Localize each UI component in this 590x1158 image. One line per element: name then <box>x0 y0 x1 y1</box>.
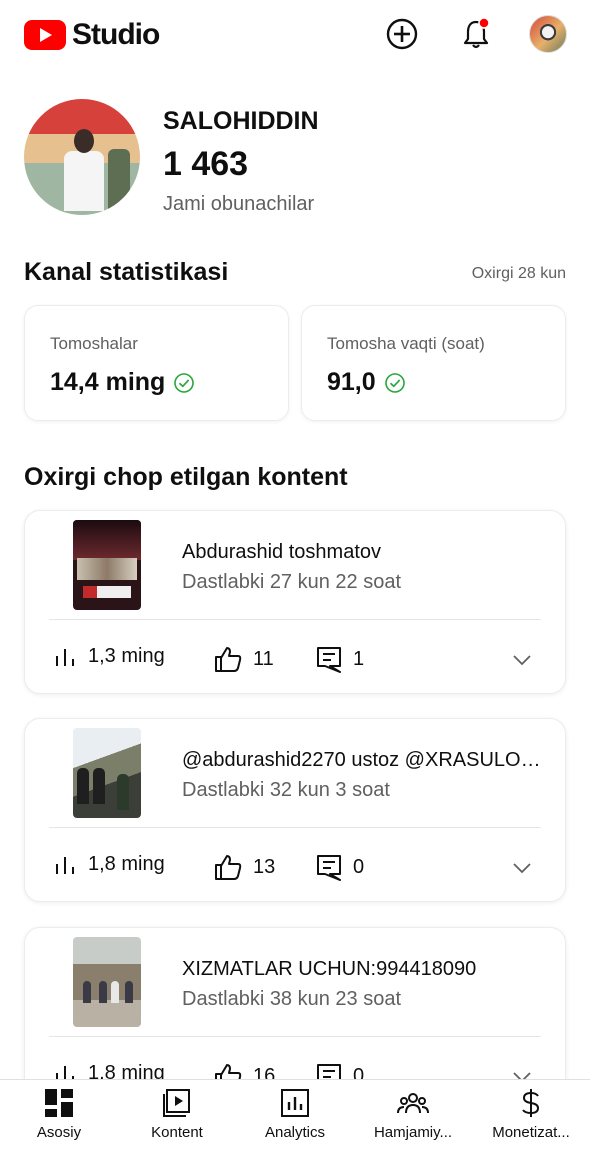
stat-card-watch-time[interactable]: Tomosha vaqti (soat) 91,0 <box>301 305 566 421</box>
video-age: Dastlabki 38 kun 23 soat <box>182 988 402 1010</box>
recent-content-title: Oxirgi chop etilgan kontent <box>24 463 348 491</box>
channel-avatar <box>24 99 140 215</box>
nav-label: Analytics <box>264 1124 326 1141</box>
likes-count: 13 <box>253 855 276 878</box>
likes-count: 11 <box>253 647 274 670</box>
create-icon[interactable] <box>384 16 420 52</box>
stats-period[interactable]: Oxirgi 28 kun <box>472 265 566 283</box>
nav-label: Kontent <box>151 1124 203 1141</box>
views-metric: 1,8 ming <box>54 853 165 876</box>
nav-label: Hamjamiy... <box>373 1124 453 1141</box>
video-title[interactable]: @abdurashid2270 ustoz @XRASULOV... <box>182 749 544 772</box>
comments-metric: 1 <box>315 645 364 673</box>
stat-value-text: 91,0 <box>327 368 376 396</box>
nav-item-analytics[interactable]: Analytics <box>236 1088 354 1141</box>
dollar-icon <box>522 1089 540 1117</box>
channel-name: SALOHIDDIN <box>163 107 319 135</box>
divider <box>49 619 541 620</box>
divider <box>49 827 541 828</box>
video-thumbnail[interactable] <box>73 728 141 818</box>
notification-dot <box>478 17 490 29</box>
divider <box>49 1036 541 1037</box>
stats-title: Kanal statistikasi <box>24 258 229 286</box>
video-title[interactable]: XIZMATLAR UCHUN:994418090 <box>182 958 544 981</box>
app-header: Studio <box>0 0 590 70</box>
nav-item-content[interactable]: Kontent <box>118 1088 236 1141</box>
stat-card-views[interactable]: Tomoshalar 14,4 ming <box>24 305 289 421</box>
content-card[interactable]: @abdurashid2270 ustoz @XRASULOV... Dastl… <box>24 718 566 902</box>
check-circle-icon <box>174 372 195 393</box>
nav-item-monetization[interactable]: Monetizat... <box>472 1088 590 1141</box>
comments-metric: 0 <box>315 853 364 881</box>
comment-icon <box>317 855 341 881</box>
bottom-nav: Asosiy Kontent Analytics Hamjamiy... Mon… <box>0 1079 590 1158</box>
nav-item-dashboard[interactable]: Asosiy <box>0 1088 118 1141</box>
comments-count: 0 <box>353 855 365 878</box>
comments-count: 1 <box>353 647 365 670</box>
bar-chart-icon <box>56 648 74 666</box>
chevron-down-icon[interactable] <box>511 857 533 879</box>
thumb-up-icon <box>215 647 242 672</box>
nav-item-community[interactable]: Hamjamiy... <box>354 1088 472 1141</box>
video-thumbnail[interactable] <box>73 520 141 610</box>
studio-logo[interactable]: Studio <box>24 18 160 52</box>
video-age: Dastlabki 27 kun 22 soat <box>182 571 402 593</box>
bell-icon[interactable] <box>458 16 494 52</box>
likes-metric: 11 <box>213 645 274 673</box>
content-icon <box>163 1089 190 1117</box>
bar-chart-icon <box>56 856 74 874</box>
likes-metric: 13 <box>213 853 275 881</box>
logo-text: Studio <box>72 18 160 51</box>
dashboard-icon <box>45 1089 73 1117</box>
video-thumbnail[interactable] <box>73 937 141 1027</box>
video-title[interactable]: Abdurashid toshmatov <box>182 541 544 564</box>
views-metric: 1,3 ming <box>54 645 165 668</box>
views-count: 1,8 ming <box>88 853 165 875</box>
comment-icon <box>317 647 341 673</box>
community-icon <box>397 1093 429 1114</box>
views-count: 1,3 ming <box>88 645 165 667</box>
youtube-logo-icon <box>24 20 66 50</box>
thumb-up-icon <box>215 855 242 880</box>
video-age: Dastlabki 32 kun 3 soat <box>182 779 390 801</box>
stat-value-text: 14,4 ming <box>50 368 166 396</box>
stat-label: Tomoshalar <box>50 334 138 353</box>
avatar[interactable] <box>529 15 567 53</box>
subscriber-count: 1 463 <box>163 145 249 183</box>
nav-label: Monetizat... <box>492 1124 570 1141</box>
stat-value: 14,4 ming <box>50 368 195 397</box>
stat-value: 91,0 <box>327 368 406 397</box>
analytics-icon <box>281 1089 309 1117</box>
content-card[interactable]: Abdurashid toshmatov Dastlabki 27 kun 22… <box>24 510 566 694</box>
stat-label: Tomosha vaqti (soat) <box>327 334 485 353</box>
nav-label: Asosiy <box>36 1124 82 1141</box>
subscriber-label: Jami obunachilar <box>163 193 315 215</box>
chevron-down-icon[interactable] <box>511 649 533 671</box>
check-circle-icon <box>384 372 405 393</box>
